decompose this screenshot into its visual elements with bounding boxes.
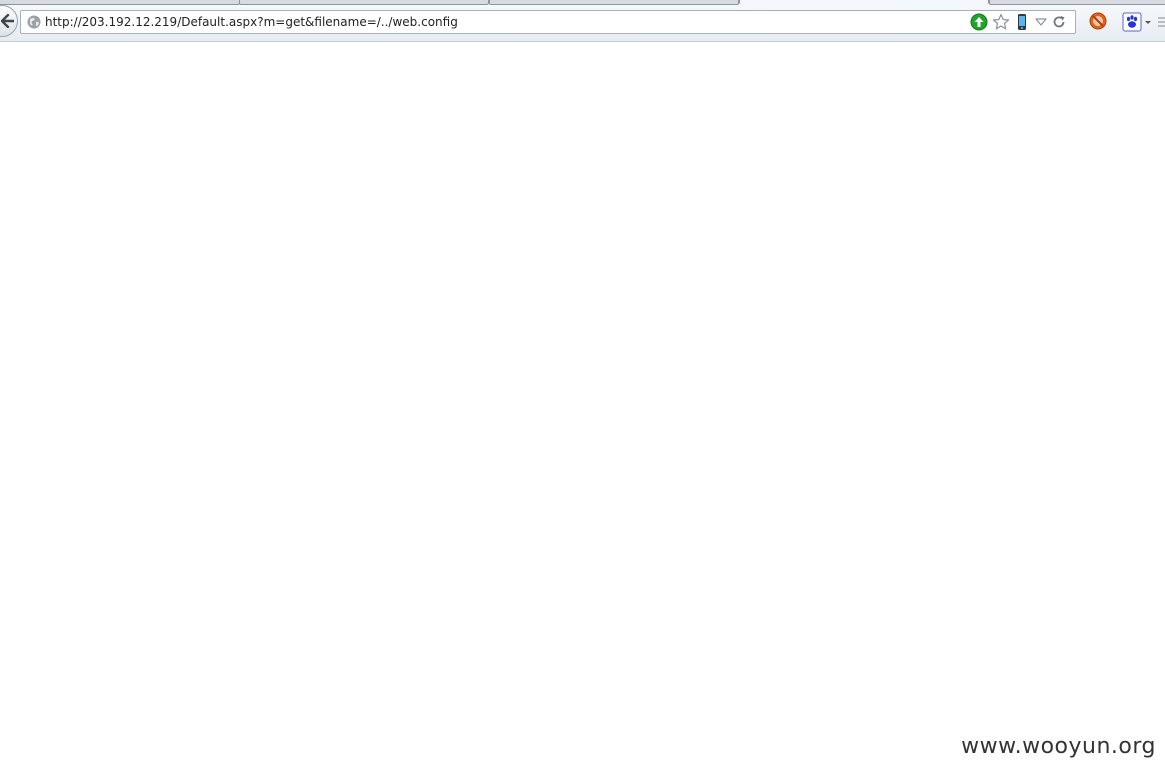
globe-icon — [27, 15, 41, 29]
dropdown-triangle-icon[interactable] — [1031, 12, 1051, 32]
go-arrow-icon[interactable] — [969, 12, 989, 32]
chevron-down-icon — [1145, 21, 1151, 24]
address-bar[interactable]: http://203.192.12.219/Default.aspx?m=get… — [20, 10, 1076, 34]
phone-icon[interactable] — [1012, 12, 1032, 32]
search-engine-selector[interactable] — [1120, 10, 1165, 34]
tab-active[interactable] — [739, 0, 989, 4]
reload-icon[interactable] — [1049, 12, 1069, 32]
back-button[interactable] — [0, 5, 18, 37]
star-icon[interactable] — [991, 12, 1011, 32]
url-text[interactable]: http://203.192.12.219/Default.aspx?m=get… — [45, 14, 458, 30]
page-content — [0, 42, 1165, 773]
back-arrow-icon — [1, 14, 14, 28]
watermark: www.wooyun.org — [961, 734, 1156, 759]
navigation-toolbar: http://203.192.12.219/Default.aspx?m=get… — [0, 5, 1165, 42]
baidu-paw-icon — [1122, 12, 1142, 32]
browser-window: http://203.192.12.219/Default.aspx?m=get… — [0, 0, 1165, 773]
adblock-icon[interactable] — [1089, 12, 1107, 30]
url-bar-icons — [969, 12, 1073, 32]
search-input-edge-icon — [1158, 17, 1165, 27]
